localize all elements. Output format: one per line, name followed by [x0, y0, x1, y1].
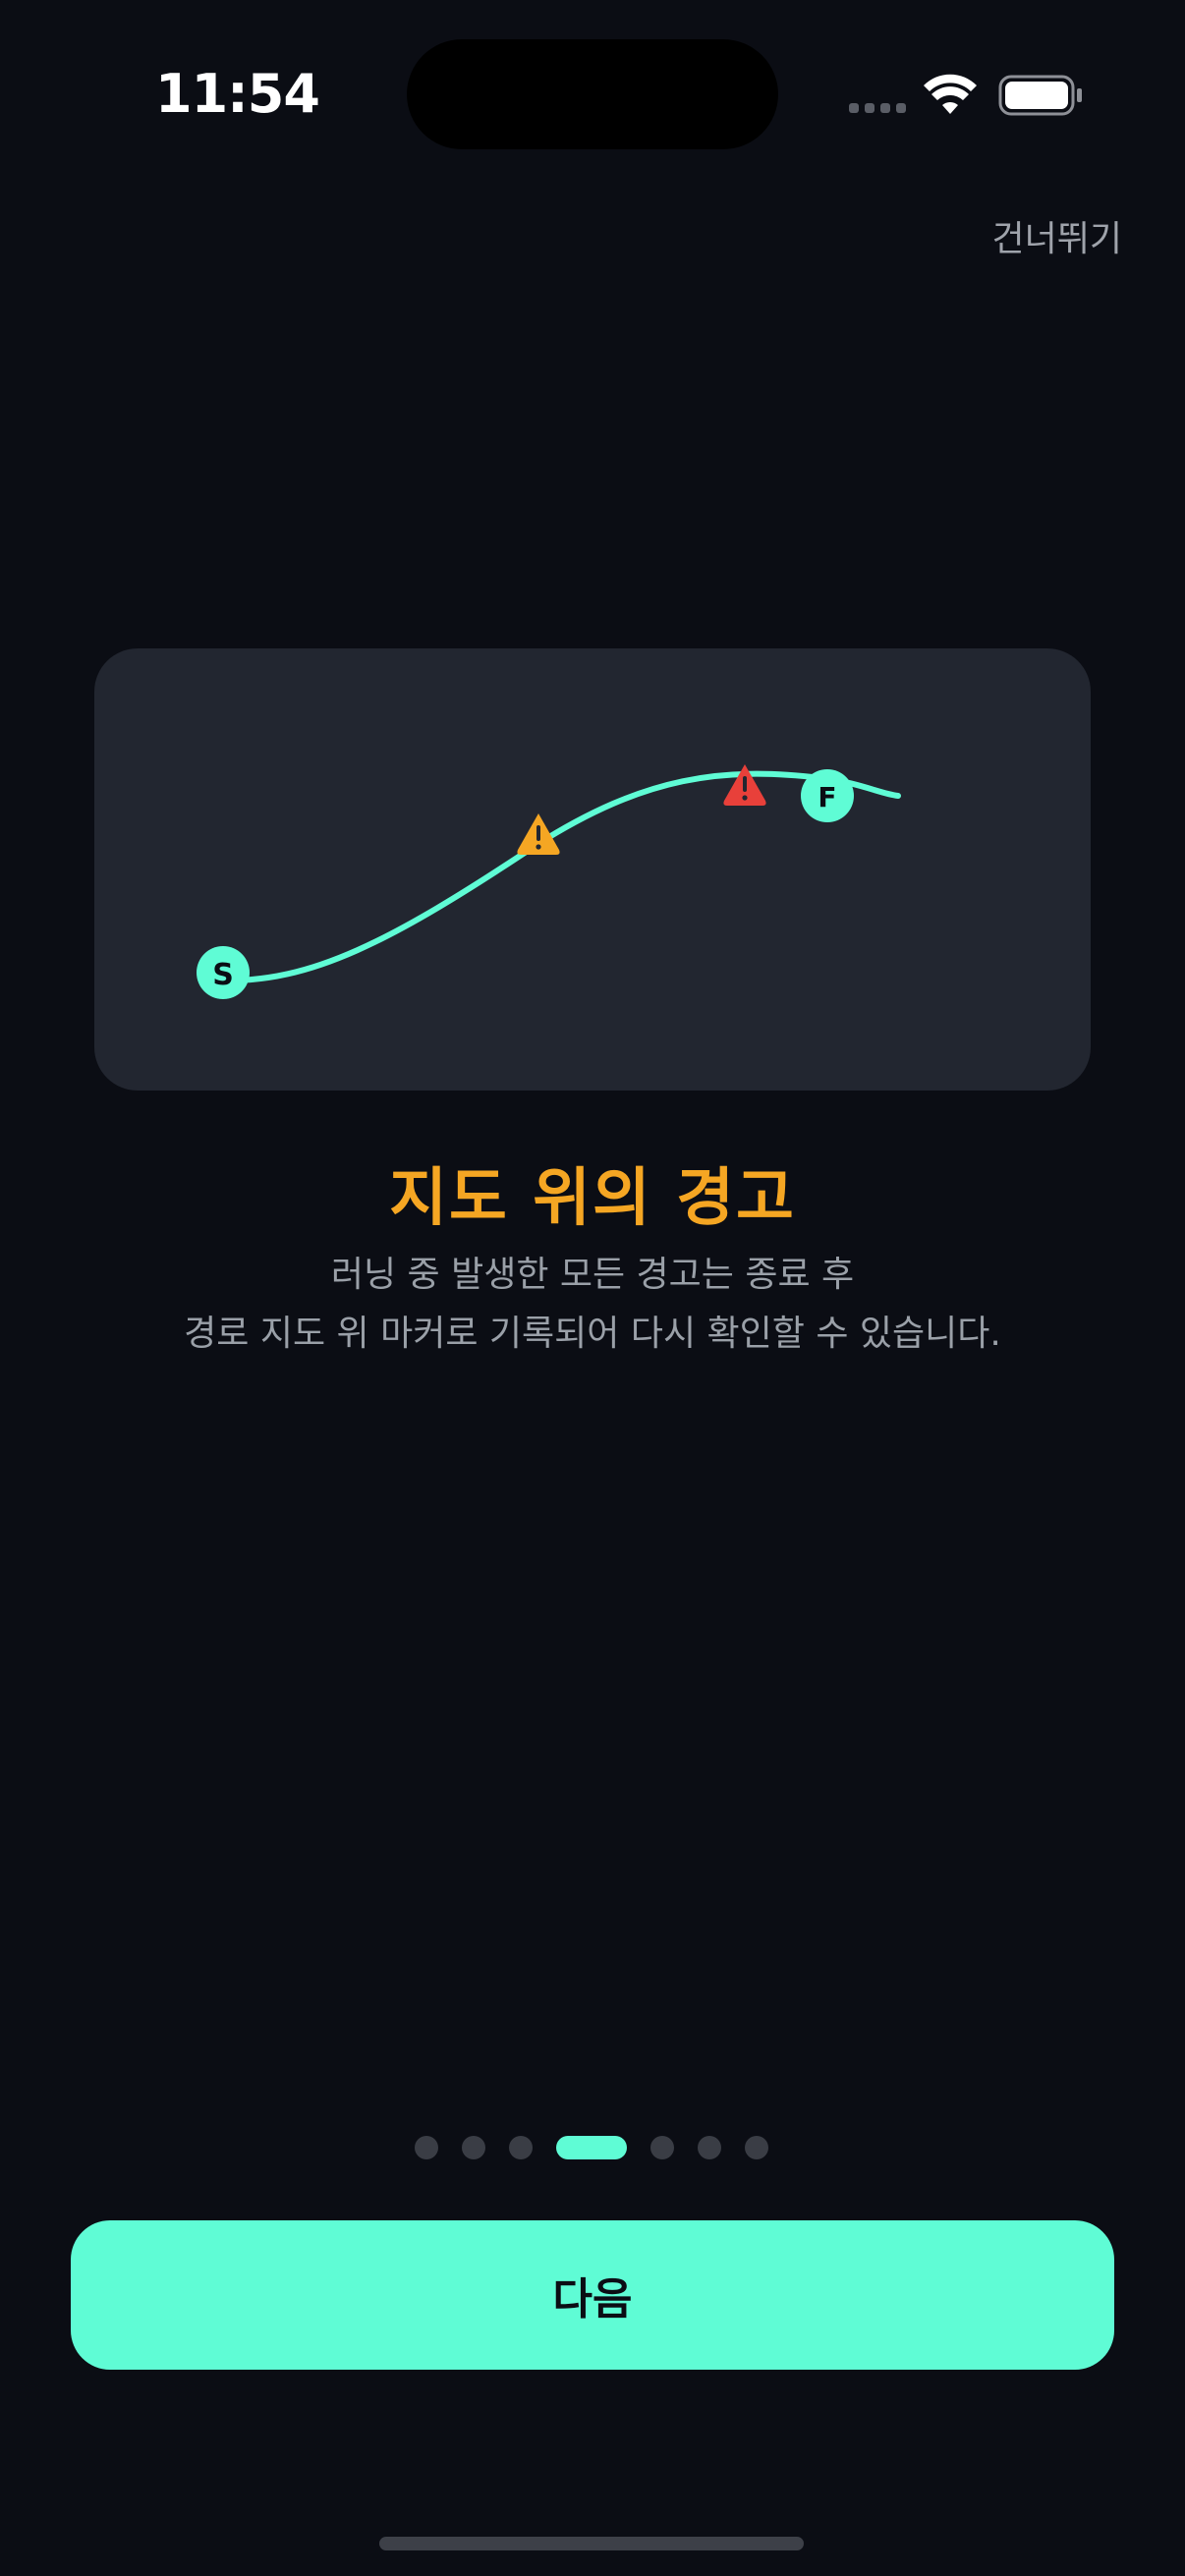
danger-marker-icon: [723, 764, 766, 806]
next-button[interactable]: 다음: [71, 2220, 1114, 2370]
page-dot-active[interactable]: [556, 2136, 627, 2159]
page-dot[interactable]: [509, 2136, 533, 2159]
battery-icon: [998, 75, 1082, 116]
start-marker-label: S: [212, 958, 234, 992]
page-dot[interactable]: [650, 2136, 674, 2159]
description-line-2: 경로 지도 위 마커로 기록되어 다시 확인할 수 있습니다.: [184, 1314, 1001, 1354]
status-time: 11:54: [155, 63, 320, 125]
finish-marker: F: [801, 769, 854, 822]
page-dot[interactable]: [698, 2136, 721, 2159]
skip-button[interactable]: 건너뛰기: [992, 210, 1122, 261]
page-description: 러닝 중 발생한 모든 경고는 종료 후 경로 지도 위 마커로 기록되어 다시…: [0, 1246, 1185, 1364]
route-map-illustration: S F: [197, 764, 901, 999]
dynamic-island: [407, 39, 778, 149]
page-dot[interactable]: [415, 2136, 438, 2159]
page-dot[interactable]: [745, 2136, 768, 2159]
home-indicator[interactable]: [379, 2537, 804, 2550]
start-marker: S: [197, 946, 250, 999]
page-dot[interactable]: [462, 2136, 485, 2159]
page-title: 지도 위의 경고: [389, 1162, 796, 1235]
wifi-icon: [924, 74, 977, 114]
page-indicator: [0, 2136, 1185, 2159]
status-bar: 11:54: [0, 0, 1185, 196]
finish-marker-label: F: [818, 781, 836, 813]
route-line: [219, 770, 901, 984]
route-map-card: S F: [94, 648, 1091, 1091]
description-line-1: 러닝 중 발생한 모든 경고는 종료 후: [330, 1255, 855, 1295]
